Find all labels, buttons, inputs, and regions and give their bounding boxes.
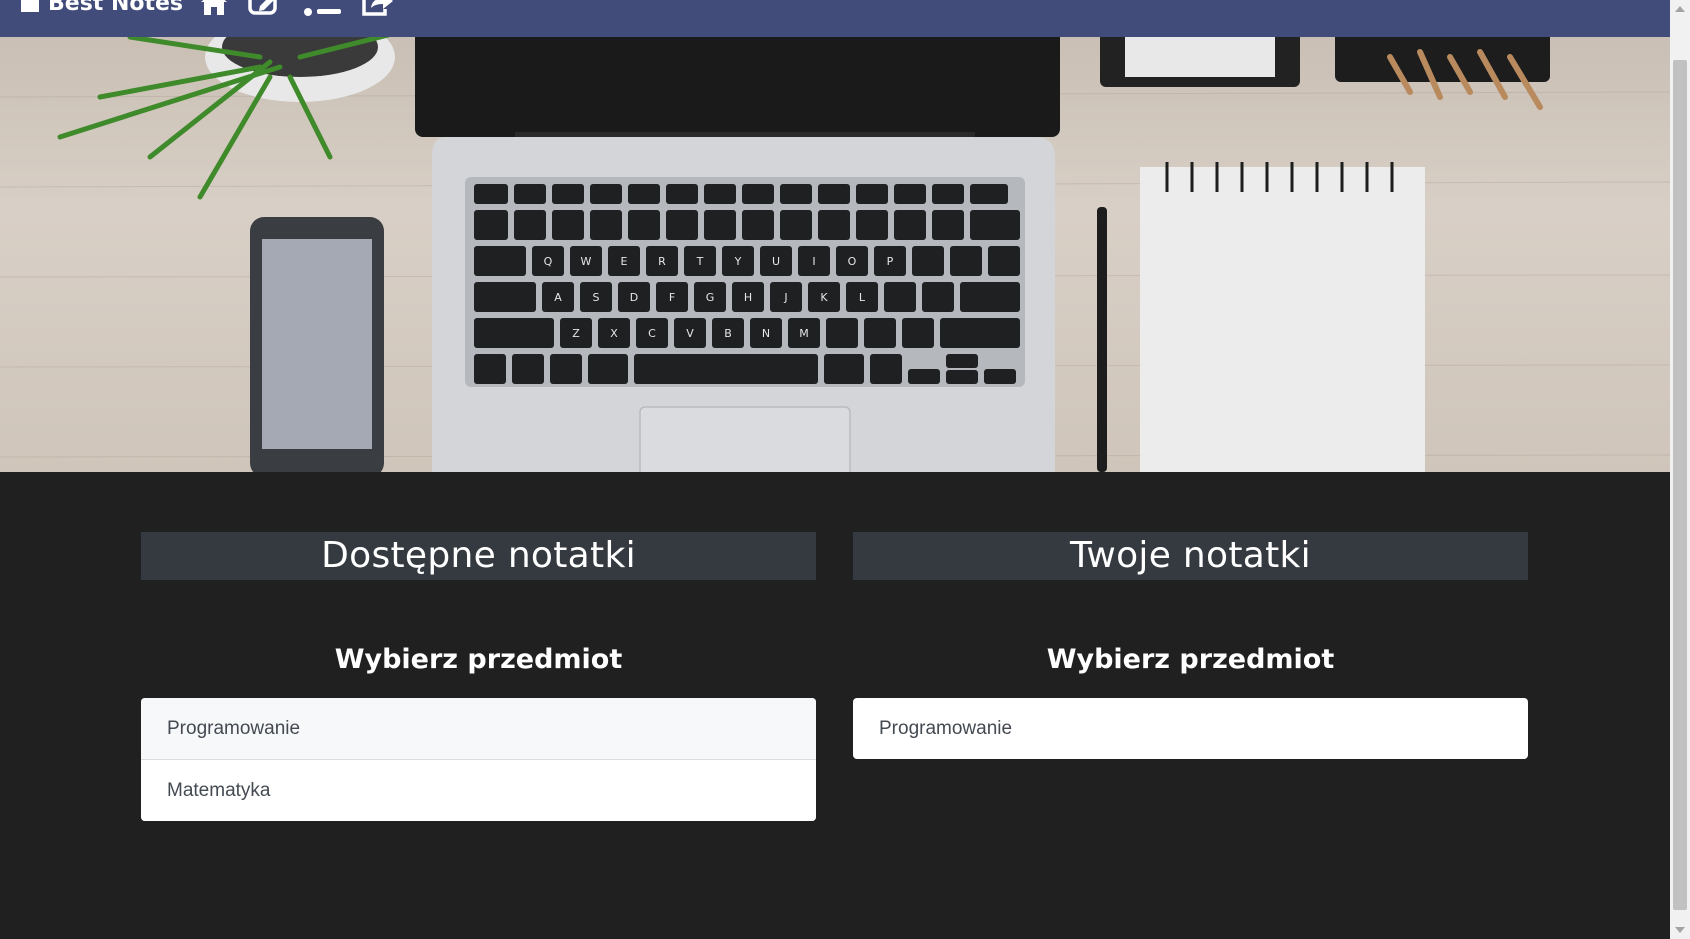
svg-text:Q: Q [544, 255, 553, 268]
scroll-thumb[interactable] [1673, 60, 1687, 910]
hero-image: Q W E R T Y U I O P A S D F G H J K L Z X C V B N M [0, 37, 1670, 472]
svg-text:X: X [610, 327, 618, 340]
svg-text:A: A [554, 291, 562, 304]
home-icon[interactable] [197, 0, 231, 16]
edit-icon[interactable] [247, 0, 281, 16]
svg-text:P: P [887, 255, 894, 268]
vertical-scrollbar[interactable] [1670, 0, 1690, 939]
brand-link[interactable]: Best Notes [18, 0, 183, 18]
subject-item-programowanie[interactable]: Programowanie [141, 698, 816, 760]
available-notes-section: Dostępne notatki Wybierz przedmiot Progr… [141, 532, 816, 821]
svg-text:O: O [848, 255, 857, 268]
svg-text:I: I [812, 255, 815, 268]
your-notes-section: Twoje notatki Wybierz przedmiot Programo… [853, 532, 1528, 759]
svg-text:U: U [772, 255, 780, 268]
your-subject-list: Programowanie [853, 698, 1528, 759]
subject-item-matematyka[interactable]: Matematyka [141, 760, 816, 821]
share-icon[interactable] [361, 0, 395, 16]
page: Best Notes Q W E R T Y U I O P A S D F G… [0, 0, 1670, 939]
svg-text:S: S [593, 291, 600, 304]
svg-text:N: N [762, 327, 770, 340]
svg-text:Z: Z [572, 327, 580, 340]
svg-text:B: B [724, 327, 732, 340]
svg-text:M: M [799, 327, 809, 340]
svg-text:D: D [630, 291, 638, 304]
svg-text:R: R [658, 255, 666, 268]
subject-item-programowanie[interactable]: Programowanie [853, 698, 1528, 759]
svg-text:V: V [686, 327, 694, 340]
svg-text:H: H [744, 291, 752, 304]
svg-text:J: J [783, 291, 787, 304]
note-icon [21, 0, 39, 12]
svg-text:Y: Y [734, 255, 742, 268]
your-subject-heading: Wybierz przedmiot [1046, 644, 1335, 675]
scroll-down-arrow-icon[interactable] [1675, 927, 1685, 933]
svg-text:T: T [696, 255, 704, 268]
svg-text:W: W [581, 255, 592, 268]
desk-illustration: Q W E R T Y U I O P A S D F G H J K L Z X C V B N M [0, 37, 1670, 472]
svg-text:K: K [820, 291, 828, 304]
available-notes-title: Dostępne notatki [141, 532, 816, 580]
available-subject-list: Programowanie Matematyka [141, 698, 816, 821]
svg-text:L: L [859, 291, 866, 304]
svg-text:E: E [621, 255, 628, 268]
navbar: Best Notes [0, 0, 1670, 37]
svg-text:G: G [706, 291, 715, 304]
brand-text: Best Notes [48, 0, 184, 16]
svg-text:C: C [648, 327, 656, 340]
list-icon[interactable] [303, 0, 343, 16]
scroll-up-arrow-icon[interactable] [1675, 6, 1685, 12]
svg-text:F: F [669, 291, 675, 304]
your-notes-title: Twoje notatki [853, 532, 1528, 580]
available-subject-heading: Wybierz przedmiot [334, 644, 623, 675]
